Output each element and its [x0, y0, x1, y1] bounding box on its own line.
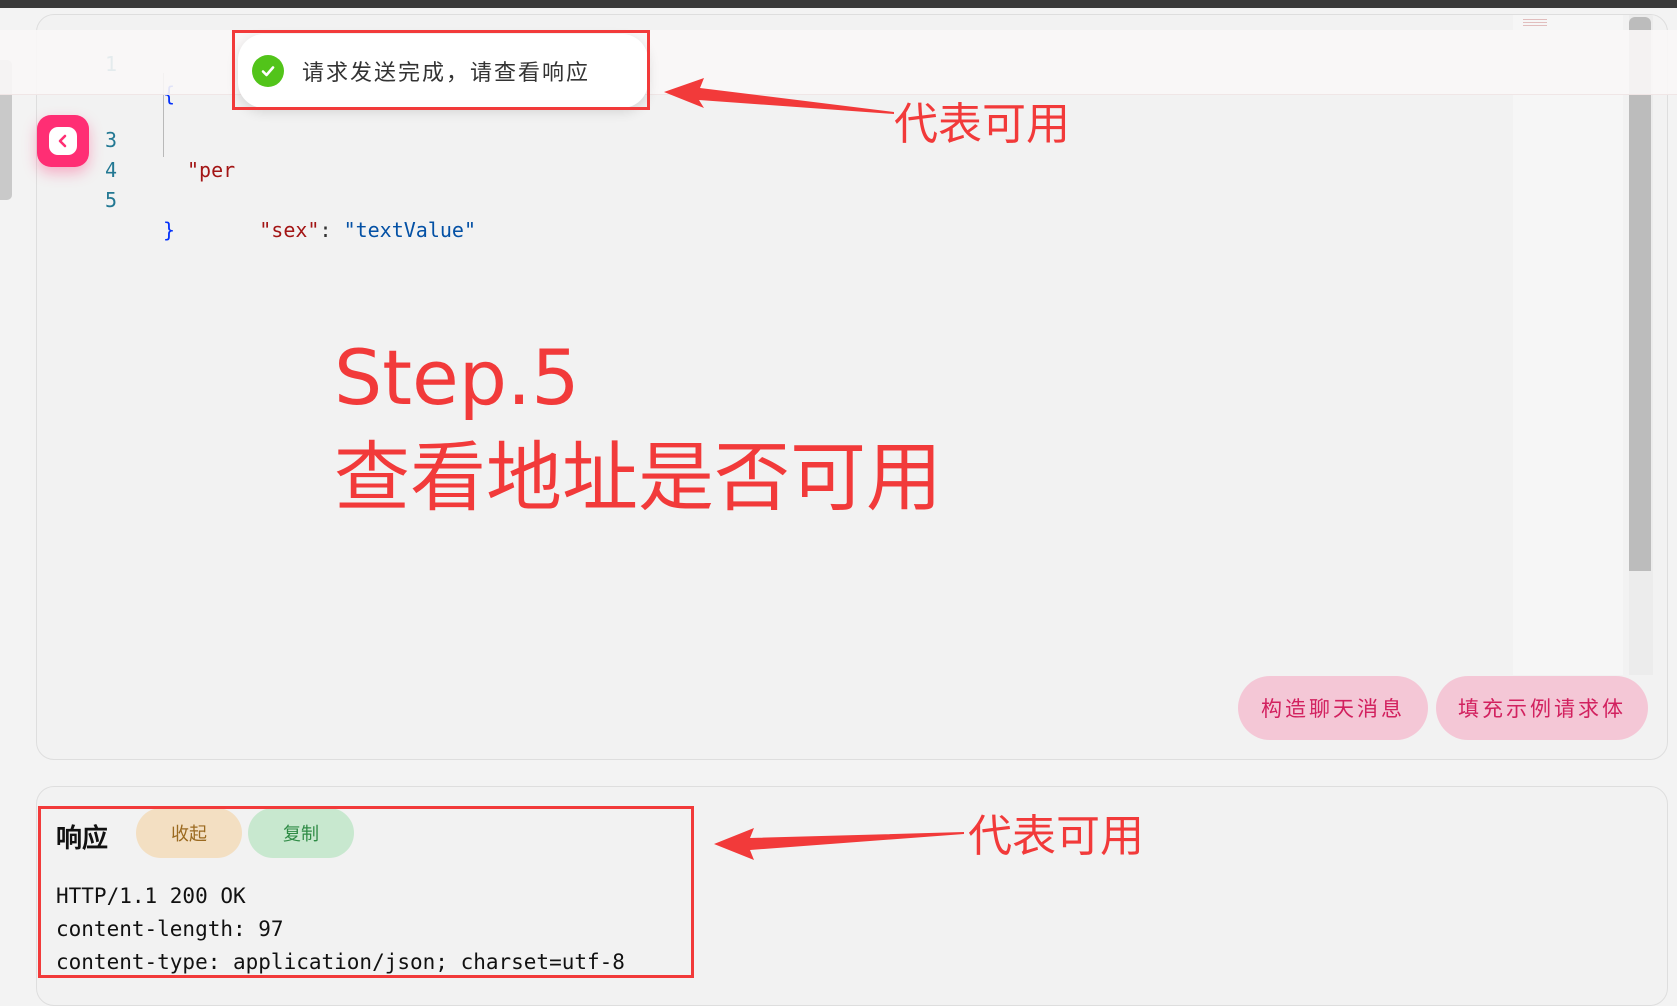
back-button[interactable] [37, 115, 89, 167]
annotation-label-top: 代表可用 [894, 99, 1070, 150]
code-text: } [163, 218, 176, 242]
window-top-bar [0, 0, 1677, 8]
editor-minimap[interactable] [1513, 15, 1623, 675]
chevron-left-icon [49, 127, 77, 155]
json-key: "sex" [259, 218, 320, 242]
code-text: "per [187, 158, 236, 182]
annotation-label-bottom: 代表可用 [968, 811, 1144, 862]
annotation-step-title: Step.5 [334, 333, 580, 422]
fill-example-body-button[interactable]: 填充示例请求体 [1436, 676, 1648, 740]
build-chat-message-button[interactable]: 构造聊天消息 [1238, 676, 1428, 740]
line-number: 4 [105, 158, 118, 182]
annotation-highlight-toast [232, 30, 650, 110]
json-separator: : [319, 218, 344, 242]
request-body-editor[interactable]: 1 { 3 "per 4 "sex": "textValue" 5 } [36, 14, 1668, 760]
annotation-arrow-bottom [714, 828, 964, 860]
line-number: 3 [105, 128, 118, 152]
editor-scrollbar-thumb[interactable] [1629, 17, 1651, 571]
json-value: "textValue" [343, 218, 477, 242]
annotation-arrow-top [664, 78, 894, 114]
line-number: 5 [105, 188, 118, 212]
annotation-step-subtitle: 查看地址是否可用 [334, 433, 942, 522]
annotation-highlight-response [38, 806, 694, 978]
